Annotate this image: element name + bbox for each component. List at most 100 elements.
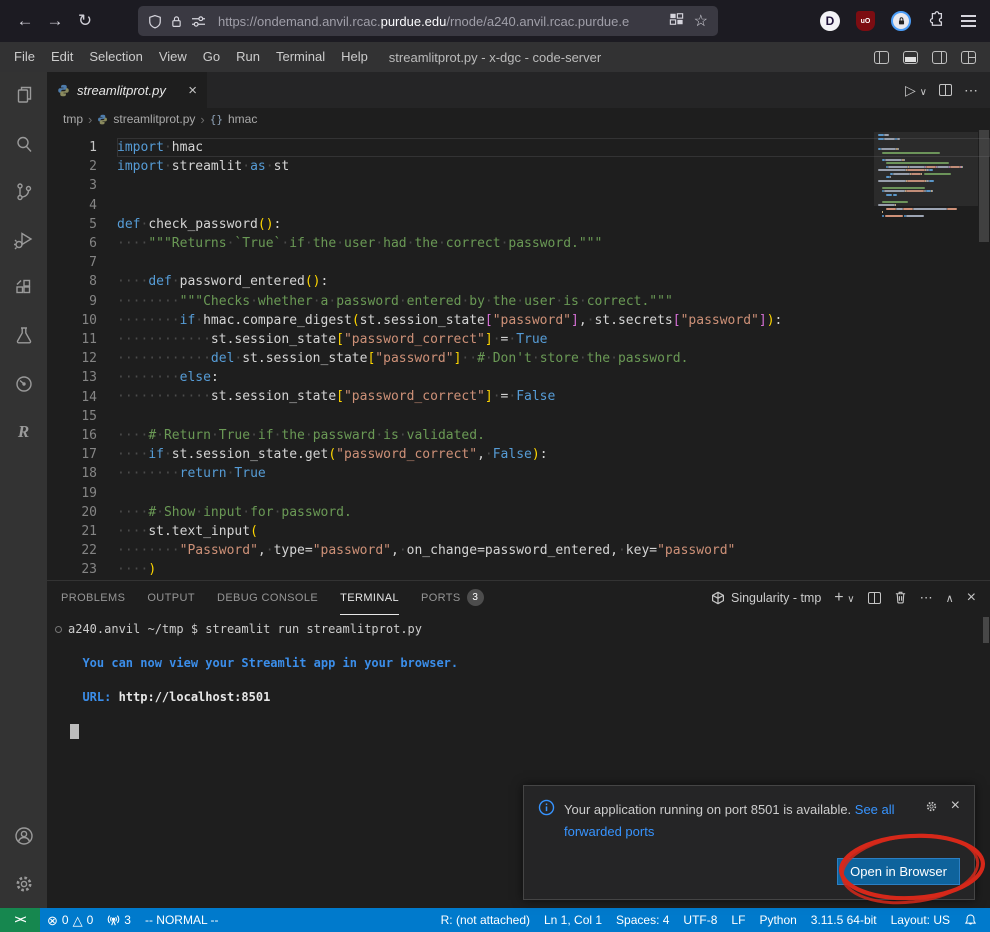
status-cursor-position[interactable]: Ln 1, Col 1	[537, 908, 609, 932]
explorer-icon[interactable]	[0, 72, 47, 120]
minimap-slider[interactable]	[874, 132, 978, 206]
status-eol[interactable]: LF	[724, 908, 752, 932]
editor-scrollbar[interactable]	[978, 130, 990, 580]
code-line-13[interactable]: ········else:	[117, 368, 990, 387]
toggle-secondary-sidebar-icon[interactable]	[932, 51, 947, 64]
panel-more-actions-icon[interactable]: ⋯	[920, 590, 933, 606]
code-line-7[interactable]	[117, 253, 990, 272]
status-encoding[interactable]: UTF-8	[676, 908, 724, 932]
customize-layout-icon[interactable]	[961, 51, 976, 64]
code-line-14[interactable]: ············st.session_state["password_c…	[117, 387, 990, 406]
settings-gear-icon[interactable]	[0, 860, 47, 908]
resource-monitor-icon[interactable]	[0, 360, 47, 408]
toggle-panel-icon[interactable]	[903, 51, 918, 64]
menu-file[interactable]: File	[6, 42, 43, 72]
code-line-2[interactable]: import·streamlit·as·st	[117, 157, 990, 176]
status-keyboard-layout[interactable]: Layout: US	[884, 908, 957, 932]
terminal-profile[interactable]: Singularity - tmp	[711, 591, 821, 605]
browser-reload-button[interactable]: ↻	[70, 6, 100, 36]
testing-beaker-icon[interactable]	[0, 312, 47, 360]
notification-settings-gear-icon[interactable]	[924, 799, 939, 817]
editor-more-actions-icon[interactable]: ⋯	[964, 82, 978, 99]
code-line-6[interactable]: ····"""Returns·`True`·if·the·user·had·th…	[117, 234, 990, 253]
status-notifications-bell[interactable]	[957, 908, 984, 932]
code-editor[interactable]: 123456789101112131415161718192021222324 …	[47, 130, 990, 580]
code-line-16[interactable]: ····#·Return·True·if·the·passward·is·val…	[117, 426, 990, 445]
terminal-scrollbar[interactable]	[983, 617, 989, 643]
extensions-puzzle-icon[interactable]	[927, 10, 945, 33]
status-indentation[interactable]: Spaces: 4	[609, 908, 676, 932]
menu-view[interactable]: View	[151, 42, 195, 72]
code-line-5[interactable]: def·check_password():	[117, 215, 990, 234]
source-control-icon[interactable]	[0, 168, 47, 216]
code-line-19[interactable]	[117, 483, 990, 502]
status-r-status[interactable]: R: (not attached)	[434, 908, 537, 932]
status-forwarded-ports[interactable]: 3	[100, 908, 138, 932]
browser-forward-button[interactable]: →	[40, 6, 70, 36]
run-debug-icon[interactable]	[0, 216, 47, 264]
code-line-20[interactable]: ····#·Show·input·for·password.	[117, 503, 990, 522]
code-line-8[interactable]: ····def·password_entered():	[117, 272, 990, 291]
menu-run[interactable]: Run	[228, 42, 268, 72]
extension-d-icon[interactable]: D	[820, 11, 840, 31]
menu-selection[interactable]: Selection	[81, 42, 150, 72]
bookmark-star-icon[interactable]: ☆	[694, 11, 708, 31]
menu-go[interactable]: Go	[195, 42, 228, 72]
url-bar[interactable]: https://ondemand.anvil.rcac.purdue.edu/r…	[138, 6, 718, 36]
code-line-9[interactable]: ········"""Checks·whether·a·password·ent…	[117, 292, 990, 311]
breadcrumb-file[interactable]: streamlitprot.py	[113, 112, 195, 126]
kill-terminal-icon[interactable]	[894, 590, 907, 607]
code-line-3[interactable]	[117, 176, 990, 195]
menu-help[interactable]: Help	[333, 42, 376, 72]
panel-tab-ports[interactable]: PORTS3	[421, 581, 484, 615]
remote-indicator[interactable]: ><	[0, 908, 40, 932]
r-extension-icon[interactable]: R	[0, 408, 47, 456]
search-icon[interactable]	[0, 120, 47, 168]
ublock-origin-icon[interactable]: uO	[856, 11, 875, 31]
breadcrumb-folder[interactable]: tmp	[63, 112, 83, 126]
code-line-18[interactable]: ········return·True	[117, 464, 990, 483]
menu-edit[interactable]: Edit	[43, 42, 81, 72]
code-line-4[interactable]	[117, 196, 990, 215]
tracking-protection-shield-icon[interactable]	[148, 14, 162, 29]
extensions-icon[interactable]	[0, 264, 47, 312]
open-in-browser-button[interactable]: Open in Browser	[837, 858, 960, 885]
browser-menu-icon[interactable]	[961, 12, 976, 30]
code-line-17[interactable]: ····if·st.session_state.get("password_co…	[117, 445, 990, 464]
extension-lock-icon[interactable]	[891, 11, 911, 31]
maximize-panel-icon[interactable]: ∧	[946, 592, 954, 605]
breadcrumb-symbol[interactable]: hmac	[228, 112, 257, 126]
browser-back-button[interactable]: ←	[10, 6, 40, 36]
https-lock-icon[interactable]	[170, 14, 183, 29]
run-python-file-icon[interactable]: ▷ ∨	[905, 82, 927, 99]
code-line-11[interactable]: ············st.session_state["password_c…	[117, 330, 990, 349]
new-terminal-icon[interactable]: + ∨	[834, 589, 854, 607]
url-text[interactable]: https://ondemand.anvil.rcac.purdue.edu/r…	[218, 14, 661, 29]
code-line-1[interactable]: import·hmac	[117, 138, 990, 157]
menu-terminal[interactable]: Terminal	[268, 42, 333, 72]
code-line-10[interactable]: ········if·hmac.compare_digest(st.sessio…	[117, 311, 990, 330]
split-terminal-icon[interactable]	[868, 592, 881, 604]
tab-streamlitprot[interactable]: streamlitprot.py ×	[47, 72, 207, 108]
status-python-version[interactable]: 3.11.5 64-bit	[804, 908, 884, 932]
code-line-15[interactable]	[117, 407, 990, 426]
code-area[interactable]: import·hmacimport·streamlit·as·st def·che…	[117, 130, 990, 580]
split-editor-icon[interactable]	[939, 84, 952, 96]
panel-tab-output[interactable]: OUTPUT	[147, 581, 195, 615]
minimap[interactable]	[878, 134, 974, 218]
status-problems[interactable]: ⊗0△0	[40, 908, 100, 932]
status-language-mode[interactable]: Python	[752, 908, 803, 932]
permissions-icon[interactable]	[191, 15, 206, 28]
notification-close-icon[interactable]: ×	[951, 799, 960, 813]
toggle-sidebar-icon[interactable]	[874, 51, 889, 64]
code-line-12[interactable]: ············del·st.session_state["passwo…	[117, 349, 990, 368]
pip-grid-icon[interactable]	[669, 12, 684, 31]
command-decoration-icon[interactable]	[55, 626, 62, 633]
panel-tab-terminal[interactable]: TERMINAL	[340, 581, 399, 615]
panel-tab-debug-console[interactable]: DEBUG CONSOLE	[217, 581, 318, 615]
panel-tab-problems[interactable]: PROBLEMS	[61, 581, 125, 615]
tab-close-icon[interactable]: ×	[188, 82, 197, 99]
close-panel-icon[interactable]: ×	[967, 589, 976, 607]
code-line-22[interactable]: ········"Password",·type="password",·on_…	[117, 541, 990, 560]
status-vim-mode[interactable]: -- NORMAL --	[138, 908, 226, 932]
